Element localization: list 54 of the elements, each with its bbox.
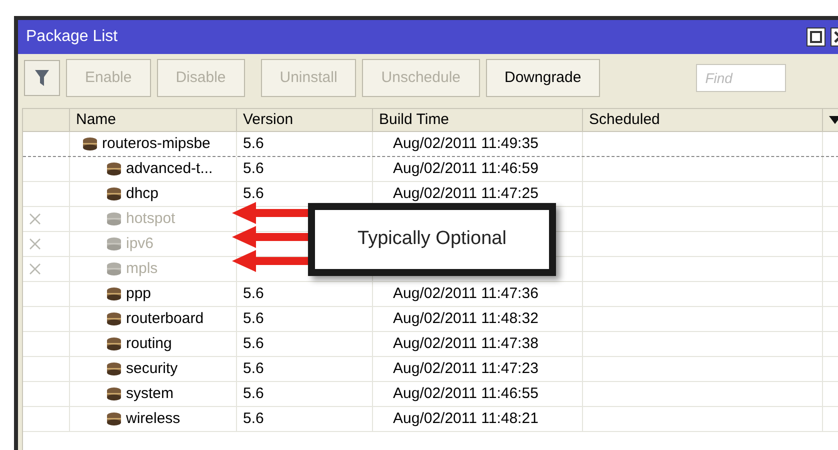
version-cell-text: 5.6 [243, 308, 264, 329]
package-icon [106, 312, 122, 326]
build-time-cell-text: Aug/02/2011 11:46:59 [393, 158, 538, 179]
package-name: dhcp [126, 184, 159, 204]
package-icon [106, 187, 122, 201]
package-icon [106, 212, 122, 226]
dropdown-caret-icon[interactable] [829, 116, 838, 124]
build-time-cell-text: Aug/02/2011 11:49:35 [393, 134, 538, 154]
build-time-cell-text: Aug/02/2011 11:47:23 [393, 358, 538, 379]
maximize-icon[interactable] [806, 27, 826, 47]
package-name: routeros-mipsbe [102, 134, 210, 154]
package-name: hotspot [126, 208, 176, 229]
build-time-cell-text: Aug/02/2011 11:48:32 [393, 308, 538, 329]
package-icon [106, 237, 122, 251]
package-icon [82, 137, 98, 151]
package-icon [106, 362, 122, 376]
filter-button[interactable] [24, 60, 60, 96]
package-name: routerboard [126, 308, 204, 329]
package-name: routing [126, 334, 172, 354]
package-icon [106, 262, 122, 276]
package-icon [106, 387, 122, 401]
version-cell-text: 5.6 [243, 334, 264, 354]
version-cell-text: 5.6 [243, 184, 264, 204]
find-field[interactable]: Find [696, 64, 786, 92]
package-name: security [126, 358, 178, 379]
window-title: Package List [26, 27, 118, 47]
version-cell-text: 5.6 [243, 134, 264, 154]
toolbar-button[interactable]: Downgrade [486, 59, 600, 97]
build-time-cell-text: Aug/02/2011 11:48:21 [393, 408, 538, 429]
callout-text: Typically Optional [358, 227, 506, 252]
column-header[interactable]: Name [70, 109, 237, 131]
package-icon [106, 162, 122, 176]
package-name: ppp [126, 284, 152, 304]
build-time-cell-text: Aug/02/2011 11:47:36 [393, 284, 538, 304]
version-cell-text: 5.6 [243, 284, 264, 304]
version-cell-text: 5.6 [243, 158, 264, 179]
package-icon [106, 287, 122, 301]
package-name: ipv6 [126, 234, 154, 254]
package-name: wireless [126, 408, 180, 429]
column-header[interactable]: Scheduled [583, 109, 823, 131]
build-time-cell-text: Aug/02/2011 11:46:55 [393, 384, 538, 404]
package-name: advanced-t... [126, 158, 213, 179]
version-cell-text: 5.6 [243, 408, 264, 429]
filter-icon [34, 68, 50, 88]
column-header[interactable]: Build Time [373, 109, 583, 131]
build-time-cell-text: Aug/02/2011 11:47:38 [393, 334, 538, 354]
package-icon [106, 412, 122, 426]
build-time-cell-text: Aug/02/2011 11:47:25 [393, 184, 538, 204]
version-cell-text: 5.6 [243, 358, 264, 379]
column-header[interactable]: Version [237, 109, 373, 131]
version-cell-text: 5.6 [243, 384, 264, 404]
package-name: system [126, 384, 174, 404]
package-name: mpls [126, 258, 158, 279]
package-icon [106, 337, 122, 351]
